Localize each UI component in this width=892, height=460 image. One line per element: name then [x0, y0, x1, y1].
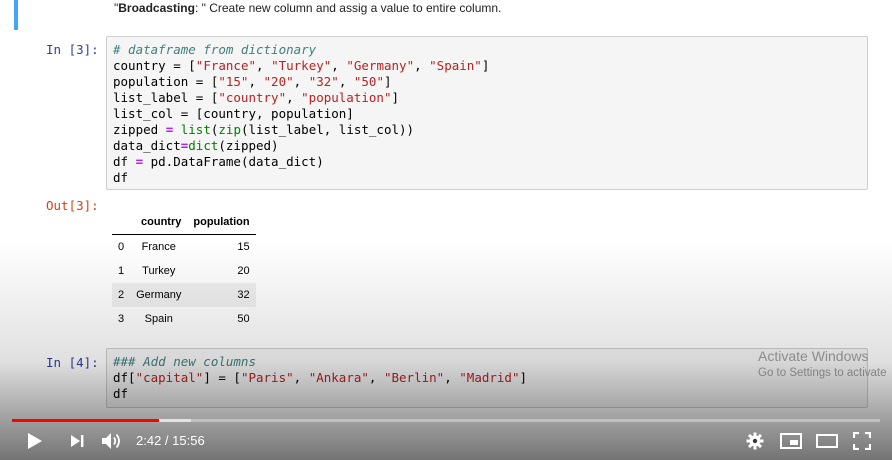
code-line: df = pd.DataFrame(data_dict)	[113, 154, 324, 169]
table-cell-country: Germany	[130, 283, 188, 307]
table-cell-population: 20	[237, 265, 250, 277]
table-header-population: population	[187, 210, 256, 235]
code-line: df	[113, 170, 129, 185]
table-cell-population: 15	[237, 241, 250, 253]
markdown-cell-broadcasting[interactable]: "Broadcasting: " Create new column and a…	[14, 0, 878, 30]
code-line: list_col = [country, population]	[113, 106, 354, 121]
progress-played	[12, 419, 160, 422]
duration: 15:56	[172, 433, 205, 448]
table-header-row: country population	[112, 210, 256, 235]
dataframe-output-table: country population 0 France 15 1 Turkey …	[112, 210, 256, 331]
table-cell-index: 3	[118, 313, 125, 325]
volume-button[interactable]	[100, 430, 124, 452]
table-cell-index: 2	[112, 283, 131, 307]
play-icon	[28, 433, 42, 449]
table-cell-index: 0	[118, 241, 125, 253]
notebook-area: "Broadcasting: " Create new column and a…	[0, 0, 892, 410]
table-cell-index: 1	[118, 265, 125, 277]
settings-gear-icon	[746, 432, 764, 450]
table-cell-population: 50	[237, 313, 250, 325]
code-line: df["capital"] = ["Paris", "Ankara", "Ber…	[113, 370, 528, 385]
table-cell-country: Turkey	[142, 265, 176, 277]
activate-windows-watermark: Activate Windows Go to Settings to activ…	[758, 348, 887, 379]
time-display: 2:42 / 15:56	[136, 433, 205, 448]
fullscreen-button[interactable]	[851, 430, 873, 452]
output-prompt-3: Out[3]:	[46, 198, 99, 213]
watermark-subtitle: Go to Settings to activate	[758, 367, 887, 379]
table-row: 3 Spain 50	[112, 307, 256, 331]
code-cell-3[interactable]: # dataframe from dictionary country = ["…	[106, 36, 868, 190]
code-line: # dataframe from dictionary	[113, 42, 317, 57]
volume-icon	[102, 433, 120, 449]
table-row: 2 Germany 32	[112, 283, 256, 307]
fullscreen-icon	[853, 432, 871, 450]
table-cell-population: 32	[187, 283, 256, 307]
code-line: population = ["15", "20", "32", "50"]	[113, 74, 392, 89]
code-line: zipped = list(zip(list_label, list_col))	[113, 122, 415, 137]
miniplayer-icon	[780, 433, 802, 449]
table-row: 1 Turkey 20	[112, 259, 256, 283]
watermark-title: Activate Windows	[758, 348, 869, 364]
code-line: list_label = ["country", "population"]	[113, 90, 399, 105]
input-prompt-3: In [3]:	[46, 42, 99, 57]
code-line: country = ["France", "Turkey", "Germany"…	[113, 58, 490, 73]
theater-mode-icon	[816, 434, 838, 448]
table-header-index	[112, 210, 131, 235]
play-button[interactable]	[24, 430, 46, 452]
video-player-controls: 2:42 / 15:56	[0, 410, 892, 460]
table-row: 0 France 15	[112, 235, 256, 260]
code-line: df	[113, 386, 129, 401]
input-prompt-4: In [4]:	[46, 355, 99, 370]
next-icon	[71, 435, 84, 447]
code-line: ### Add new columns	[113, 354, 256, 369]
current-time: 2:42	[136, 433, 162, 448]
code-cell-4[interactable]: ### Add new columns df["capital"] = ["Pa…	[106, 348, 868, 408]
table-cell-country: France	[141, 241, 176, 253]
table-header-country: country	[130, 210, 188, 235]
table-cell-country: Spain	[144, 313, 173, 325]
next-button[interactable]	[66, 430, 88, 452]
miniplayer-button[interactable]	[779, 430, 803, 452]
broadcasting-bold-label: Broadcasting	[118, 1, 195, 15]
code-line: data_dict=dict(zipped)	[113, 138, 279, 153]
theater-mode-button[interactable]	[815, 430, 839, 452]
broadcasting-description: "Broadcasting: " Create new column and a…	[114, 1, 502, 15]
settings-button[interactable]	[744, 430, 766, 452]
progress-bar[interactable]	[12, 419, 880, 422]
